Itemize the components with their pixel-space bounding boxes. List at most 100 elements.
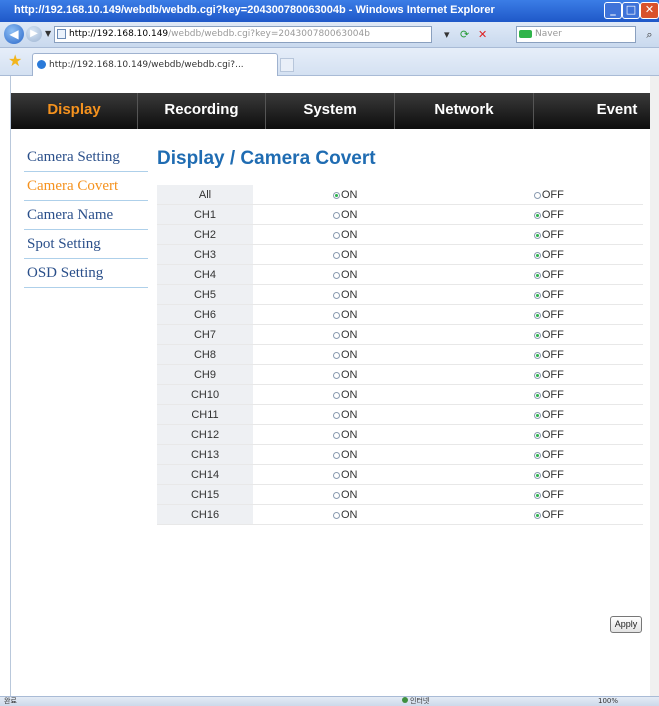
radio-off[interactable] — [533, 211, 541, 219]
radio-label-off[interactable]: OFF — [542, 349, 564, 361]
radio-off[interactable] — [533, 191, 541, 199]
radio-label-on[interactable]: ON — [341, 249, 358, 261]
radio-label-off[interactable]: OFF — [542, 209, 564, 221]
radio-label-on[interactable]: ON — [341, 189, 358, 201]
radio-off[interactable] — [533, 411, 541, 419]
radio-on[interactable] — [333, 351, 340, 359]
radio-on[interactable] — [333, 311, 340, 319]
radio-on[interactable] — [333, 251, 340, 259]
sidebar-item-spot-setting[interactable]: Spot Setting — [24, 231, 148, 259]
radio-on[interactable] — [333, 451, 340, 459]
history-dropdown-icon[interactable]: ▼ — [45, 29, 51, 38]
search-input[interactable]: Naver — [516, 26, 636, 43]
radio-label-off[interactable]: OFF — [542, 249, 564, 261]
radio-label-on[interactable]: ON — [341, 389, 358, 401]
radio-on[interactable] — [333, 231, 340, 239]
radio-label-on[interactable]: ON — [341, 289, 358, 301]
radio-on[interactable] — [333, 411, 340, 419]
radio-on[interactable] — [333, 471, 340, 479]
radio-off[interactable] — [533, 391, 541, 399]
browser-tab[interactable]: http://192.168.10.149/webdb/webdb.cgi?..… — [32, 53, 278, 76]
radio-on[interactable] — [333, 511, 340, 519]
stop-icon[interactable]: ✕ — [478, 26, 487, 43]
radio-on[interactable] — [333, 391, 340, 399]
radio-label-off[interactable]: OFF — [542, 449, 564, 461]
radio-label-on[interactable]: ON — [341, 449, 358, 461]
nav-recording[interactable]: Recording — [138, 93, 266, 129]
channel-label: CH4 — [157, 264, 253, 285]
radio-label-off[interactable]: OFF — [542, 369, 564, 381]
radio-label-off[interactable]: OFF — [542, 429, 564, 441]
refresh-icon[interactable]: ⟳ — [460, 26, 469, 43]
radio-on[interactable] — [333, 431, 340, 439]
nav-network[interactable]: Network — [395, 93, 534, 129]
radio-label-on[interactable]: ON — [341, 209, 358, 221]
back-button[interactable]: ◀ — [4, 24, 24, 44]
apply-button[interactable]: Apply — [610, 616, 642, 633]
zoom-level[interactable]: 100% — [598, 697, 618, 706]
radio-label-off[interactable]: OFF — [542, 269, 564, 281]
sidebar-item-camera-name[interactable]: Camera Name — [24, 202, 148, 230]
radio-label-on[interactable]: ON — [341, 409, 358, 421]
radio-label-off[interactable]: OFF — [542, 489, 564, 501]
table-row: CH10 ON OFF — [157, 384, 643, 405]
radio-off[interactable] — [533, 231, 541, 239]
compat-dropdown-icon[interactable]: ▾ — [444, 26, 450, 43]
radio-label-on[interactable]: ON — [341, 509, 358, 521]
radio-label-off[interactable]: OFF — [542, 309, 564, 321]
radio-label-on[interactable]: ON — [341, 429, 358, 441]
radio-label-on[interactable]: ON — [341, 229, 358, 241]
page-content: Display Recording System Network Event C… — [10, 76, 659, 696]
sidebar-item-osd-setting[interactable]: OSD Setting — [24, 260, 148, 288]
radio-label-on[interactable]: ON — [341, 269, 358, 281]
minimize-button[interactable]: _ — [604, 2, 622, 19]
radio-label-off[interactable]: OFF — [542, 409, 564, 421]
nav-event[interactable]: Event — [534, 93, 659, 129]
radio-on[interactable] — [333, 291, 340, 299]
radio-off[interactable] — [533, 251, 541, 259]
radio-label-on[interactable]: ON — [341, 349, 358, 361]
radio-on[interactable] — [333, 271, 340, 279]
radio-off[interactable] — [533, 431, 541, 439]
radio-off[interactable] — [533, 271, 541, 279]
radio-off[interactable] — [533, 331, 541, 339]
radio-label-off[interactable]: OFF — [542, 189, 564, 201]
radio-label-off[interactable]: OFF — [542, 509, 564, 521]
radio-off[interactable] — [533, 471, 541, 479]
nav-display[interactable]: Display — [11, 93, 138, 129]
address-input[interactable]: http://192.168.10.149/webdb/webdb.cgi?ke… — [54, 26, 432, 43]
radio-label-off[interactable]: OFF — [542, 389, 564, 401]
radio-off[interactable] — [533, 511, 541, 519]
radio-off[interactable] — [533, 311, 541, 319]
sidebar-item-camera-covert[interactable]: Camera Covert — [24, 173, 148, 201]
search-icon[interactable]: ⌕ — [640, 26, 659, 43]
radio-label-off[interactable]: OFF — [542, 229, 564, 241]
radio-label-on[interactable]: ON — [341, 489, 358, 501]
nav-system[interactable]: System — [266, 93, 395, 129]
channel-label: CH16 — [157, 504, 253, 525]
option-cell-off: OFF — [411, 264, 643, 285]
radio-off[interactable] — [533, 351, 541, 359]
radio-label-on[interactable]: ON — [341, 369, 358, 381]
radio-on[interactable] — [333, 191, 340, 199]
new-tab-button[interactable] — [280, 58, 294, 72]
radio-label-on[interactable]: ON — [341, 329, 358, 341]
maximize-button[interactable]: □ — [622, 2, 640, 19]
radio-label-off[interactable]: OFF — [542, 469, 564, 481]
radio-off[interactable] — [533, 491, 541, 499]
radio-on[interactable] — [333, 371, 340, 379]
radio-label-on[interactable]: ON — [341, 309, 358, 321]
radio-off[interactable] — [533, 451, 541, 459]
close-window-button[interactable]: ✕ — [640, 2, 659, 19]
forward-button[interactable]: ▶ — [26, 26, 42, 42]
radio-label-off[interactable]: OFF — [542, 289, 564, 301]
radio-on[interactable] — [333, 491, 340, 499]
sidebar-item-camera-setting[interactable]: Camera Setting — [24, 144, 148, 172]
favorites-star-icon[interactable]: ★ — [8, 52, 22, 70]
radio-label-on[interactable]: ON — [341, 469, 358, 481]
radio-label-off[interactable]: OFF — [542, 329, 564, 341]
radio-off[interactable] — [533, 371, 541, 379]
radio-on[interactable] — [333, 211, 340, 219]
radio-on[interactable] — [333, 331, 340, 339]
radio-off[interactable] — [533, 291, 541, 299]
